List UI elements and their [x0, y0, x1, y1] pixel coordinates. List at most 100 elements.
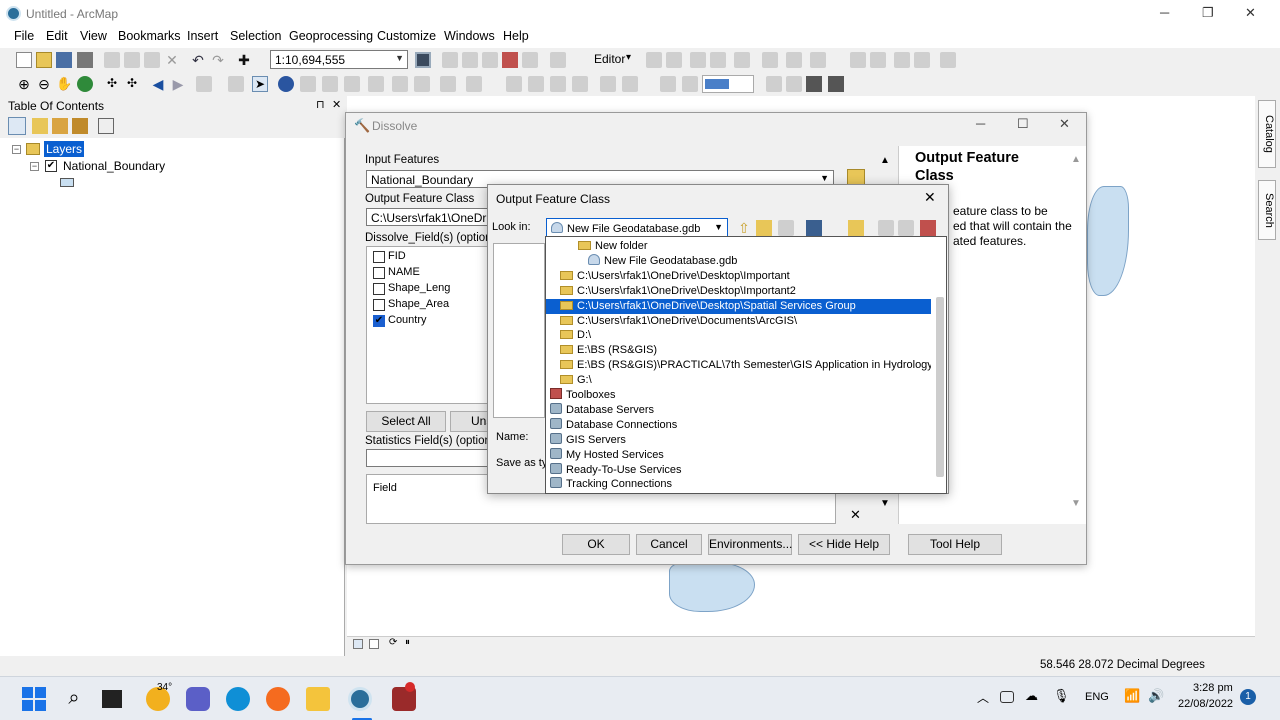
- help-scroll-down-icon[interactable]: ▼: [1071, 498, 1081, 509]
- select-features-icon[interactable]: [196, 76, 212, 92]
- field-fid-checkbox[interactable]: [373, 251, 385, 263]
- layers-collapse-icon[interactable]: −: [12, 145, 21, 154]
- tool-help-button[interactable]: Tool Help: [908, 534, 1002, 555]
- delete-icon[interactable]: ✕: [164, 52, 180, 68]
- unselect-all-button[interactable]: Uns: [450, 411, 488, 432]
- find-icon[interactable]: [368, 76, 384, 92]
- look-in-list-item[interactable]: Toolboxes: [546, 388, 931, 403]
- menu-windows[interactable]: Windows: [444, 29, 495, 43]
- georeferencing-icon[interactable]: [466, 76, 482, 92]
- start-icon[interactable]: [22, 687, 46, 711]
- add-data-icon[interactable]: ✚: [236, 52, 252, 68]
- editor-menu[interactable]: Editor: [594, 52, 625, 66]
- wifi-icon[interactable]: 📶: [1124, 688, 1140, 704]
- select-all-button[interactable]: Select All: [366, 411, 446, 432]
- clock-time[interactable]: 3:28 pm: [1193, 682, 1233, 694]
- data-view-icon[interactable]: [353, 639, 363, 649]
- onedrive-icon[interactable]: ☁: [1025, 688, 1038, 704]
- look-in-list-item[interactable]: E:\BS (RS&GIS)\PRACTICAL\7th Semester\GI…: [546, 358, 931, 373]
- ofc-close-icon[interactable]: ✕: [924, 189, 936, 206]
- back-extent-icon[interactable]: ◀: [150, 76, 166, 92]
- pause-drawing-icon[interactable]: ⏸: [405, 637, 410, 648]
- list-by-selection-icon[interactable]: [72, 118, 88, 134]
- look-in-list-item[interactable]: Database Servers: [546, 402, 931, 418]
- layers-data-frame[interactable]: Layers: [44, 141, 85, 157]
- zoom-in-icon[interactable]: ⊕: [16, 76, 32, 92]
- look-in-list-item[interactable]: GIS Servers: [546, 432, 931, 448]
- restore-icon[interactable]: ❐: [1202, 5, 1214, 21]
- look-in-list-item[interactable]: Tracking Connections: [546, 477, 931, 492]
- look-in-list-item[interactable]: Ready-To-Use Services: [546, 462, 931, 478]
- scroll-down-icon[interactable]: ▼: [880, 498, 890, 509]
- environments-button[interactable]: Environments...: [708, 534, 792, 555]
- refresh-icon[interactable]: ⟳: [389, 637, 397, 648]
- zoom-out-icon[interactable]: ⊖: [36, 76, 52, 92]
- cut-icon[interactable]: [104, 52, 120, 68]
- dissolve-close-icon[interactable]: ✕: [1059, 116, 1070, 132]
- search-tab[interactable]: Search: [1258, 180, 1276, 240]
- catalog-window-icon[interactable]: [462, 52, 478, 68]
- forward-extent-icon[interactable]: ▶: [170, 76, 186, 92]
- look-in-list-item[interactable]: G:\: [546, 373, 931, 388]
- close-icon[interactable]: ✕: [1245, 5, 1256, 21]
- statistics-field-dropdown[interactable]: [366, 449, 488, 467]
- menu-bookmarks[interactable]: Bookmarks: [118, 29, 181, 43]
- delete-item-icon[interactable]: [898, 220, 914, 236]
- look-in-list-item[interactable]: New File Geodatabase.gdb: [546, 253, 931, 269]
- clock-date[interactable]: 22/08/2022: [1178, 698, 1233, 710]
- pan-icon[interactable]: ✋: [56, 76, 72, 92]
- look-in-dropdown[interactable]: New File Geodatabase.gdb ▼: [546, 218, 728, 238]
- remove-row-icon[interactable]: ✕: [850, 507, 861, 523]
- field-country-checkbox[interactable]: [373, 315, 385, 327]
- copy-icon[interactable]: [124, 52, 140, 68]
- task-view-icon[interactable]: [102, 690, 122, 708]
- connect-folder-icon[interactable]: [778, 220, 794, 236]
- dissolve-minimize-icon[interactable]: ─: [976, 116, 985, 131]
- search-icon[interactable]: ⌕: [62, 687, 86, 711]
- fixed-zoom-in-icon[interactable]: ✣: [104, 76, 120, 92]
- minimize-icon[interactable]: ─: [1160, 5, 1169, 20]
- layer-name[interactable]: National_Boundary: [63, 159, 165, 173]
- fixed-zoom-out-icon[interactable]: ✣: [124, 76, 140, 92]
- meet-now-icon[interactable]: [1000, 691, 1014, 703]
- data-driven-pages-icon[interactable]: [828, 76, 844, 92]
- html-popup-icon[interactable]: [322, 76, 338, 92]
- look-in-list-item[interactable]: D:\: [546, 328, 931, 343]
- contents-pane[interactable]: [493, 243, 545, 418]
- notification-badge[interactable]: 1: [1240, 689, 1256, 705]
- new-folder-icon[interactable]: [848, 220, 864, 236]
- home-icon[interactable]: [756, 220, 772, 236]
- catalog-icon[interactable]: [878, 220, 894, 236]
- language-indicator[interactable]: ENG: [1085, 691, 1109, 703]
- search-window-icon[interactable]: [482, 52, 498, 68]
- chat-icon[interactable]: [186, 687, 210, 711]
- menu-edit[interactable]: Edit: [46, 29, 68, 43]
- print-icon[interactable]: [77, 52, 93, 68]
- clear-selection-icon[interactable]: [228, 76, 244, 92]
- look-in-list-item[interactable]: Database Connections: [546, 417, 931, 433]
- hide-help-button[interactable]: << Hide Help: [798, 534, 890, 555]
- open-icon[interactable]: [36, 52, 52, 68]
- field-shape-area-checkbox[interactable]: [373, 299, 385, 311]
- output-feature-class-field[interactable]: C:\Users\rfak1\OneDrive\: [366, 208, 488, 226]
- ok-button[interactable]: OK: [562, 534, 630, 555]
- up-one-level-icon[interactable]: ⇧: [736, 220, 752, 236]
- arcmap-taskbar-icon[interactable]: [348, 687, 372, 711]
- look-in-list-item[interactable]: C:\Users\rfak1\OneDrive\Desktop\Importan…: [546, 284, 931, 299]
- identify-icon[interactable]: [278, 76, 294, 92]
- edge-icon[interactable]: [226, 687, 250, 711]
- create-viewer-icon[interactable]: [440, 76, 456, 92]
- list-by-visibility-icon[interactable]: [52, 118, 68, 134]
- new-document-icon[interactable]: [16, 52, 32, 68]
- table-icon[interactable]: [442, 52, 458, 68]
- view-menu-icon[interactable]: [806, 220, 822, 236]
- undo-icon[interactable]: ↶: [190, 52, 206, 68]
- toolbox-icon[interactable]: [502, 52, 518, 68]
- list-by-drawing-order-icon[interactable]: [8, 117, 26, 135]
- firefox-icon[interactable]: [266, 687, 290, 711]
- field-name-checkbox[interactable]: [373, 267, 385, 279]
- editor-toolbar-icon[interactable]: [415, 52, 431, 68]
- field-shape-leng-checkbox[interactable]: [373, 283, 385, 295]
- microphone-icon[interactable]: 🎙: [1053, 688, 1070, 704]
- look-in-list-item[interactable]: My Hosted Services: [546, 447, 931, 463]
